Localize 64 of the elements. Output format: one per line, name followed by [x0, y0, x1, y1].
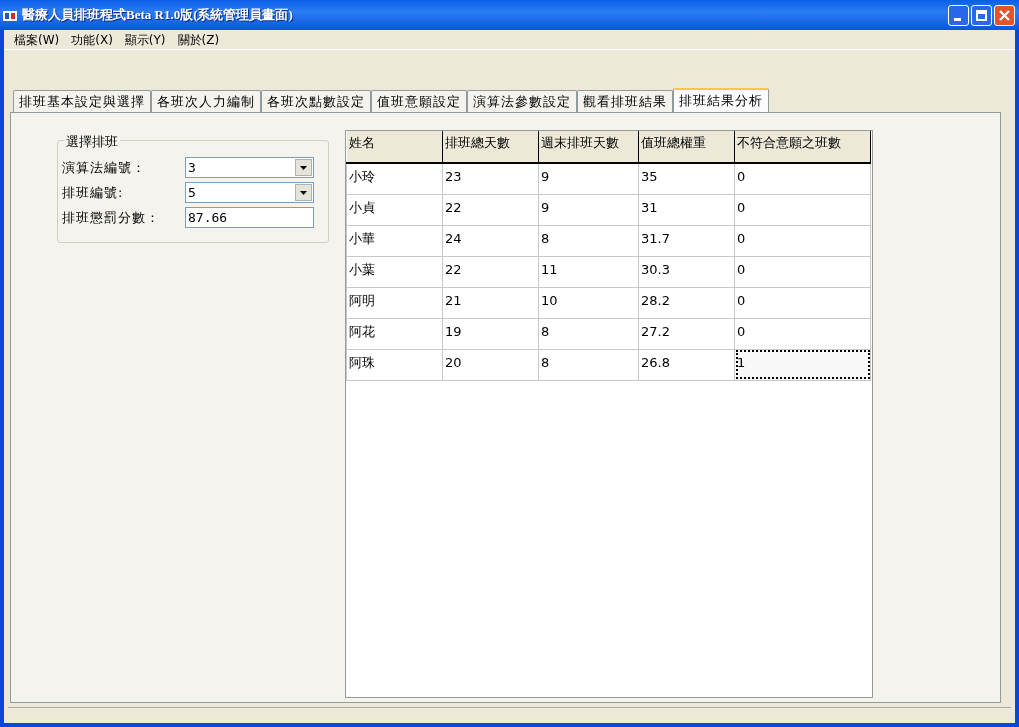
- table-cell[interactable]: 阿花: [346, 318, 443, 349]
- column-header: 不符合意願之班數: [734, 131, 871, 163]
- table-cell[interactable]: 11: [538, 256, 639, 287]
- table-cell[interactable]: 8: [538, 225, 639, 256]
- table-cell[interactable]: 1: [734, 349, 871, 380]
- table-cell[interactable]: 26.8: [638, 349, 735, 380]
- menu-item[interactable]: 功能(X): [65, 30, 119, 49]
- table-cell[interactable]: 19: [442, 318, 539, 349]
- table-cell[interactable]: 阿明: [346, 287, 443, 318]
- column-header: 值班總權重: [638, 131, 735, 163]
- tab[interactable]: 排班基本設定與選擇: [13, 90, 151, 112]
- tab[interactable]: 演算法參數設定: [467, 90, 577, 112]
- table-cell[interactable]: 阿珠: [346, 349, 443, 380]
- menu-item[interactable]: 關於(Z): [171, 30, 226, 49]
- maximize-icon: [976, 9, 987, 21]
- dropdown-field[interactable]: 5: [185, 182, 314, 203]
- field-label: 演算法編號：: [62, 158, 147, 177]
- table-cell[interactable]: 0: [734, 225, 871, 256]
- tab[interactable]: 各班次人力編制: [151, 90, 261, 112]
- table-cell[interactable]: 9: [538, 163, 639, 194]
- table-cell[interactable]: 0: [734, 194, 871, 225]
- dropdown-field[interactable]: 3: [185, 157, 314, 178]
- table-cell[interactable]: 0: [734, 318, 871, 349]
- input-field[interactable]: 87.66: [185, 207, 314, 228]
- table-cell[interactable]: 22: [442, 256, 539, 287]
- close-icon: [999, 9, 1010, 21]
- table-cell[interactable]: 27.2: [638, 318, 735, 349]
- table-cell[interactable]: 小貞: [346, 194, 443, 225]
- table-cell[interactable]: 0: [734, 163, 871, 194]
- table-cell[interactable]: 8: [538, 349, 639, 380]
- tab[interactable]: 各班次點數設定: [261, 90, 371, 112]
- table-cell[interactable]: 小玲: [346, 163, 443, 194]
- minimize-button[interactable]: [948, 4, 969, 26]
- field-label: 排班懲罰分數：: [62, 208, 161, 227]
- column-header: 週末排班天數: [538, 131, 639, 163]
- tab[interactable]: 排班結果分析: [673, 88, 769, 112]
- table-cell[interactable]: 9: [538, 194, 639, 225]
- table-cell[interactable]: 31.7: [638, 225, 735, 256]
- table-cell[interactable]: 0: [734, 287, 871, 318]
- menu-item[interactable]: 顯示(Y): [118, 30, 172, 49]
- tab[interactable]: 觀看排班結果: [577, 90, 673, 112]
- table-cell[interactable]: 28.2: [638, 287, 735, 318]
- minimize-icon: [953, 17, 961, 21]
- table-cell[interactable]: 0: [734, 256, 871, 287]
- table-cell[interactable]: 23: [442, 163, 539, 194]
- tab[interactable]: 值班意願設定: [371, 90, 467, 112]
- table-cell[interactable]: 31: [638, 194, 735, 225]
- column-header: 姓名: [346, 131, 443, 163]
- window-title: 醫療人員排班程式Beta R1.0版(系統管理員畫面): [22, 6, 294, 25]
- field-label: 排班編號:: [62, 183, 125, 202]
- menu-item[interactable]: 檔案(W): [8, 30, 66, 49]
- column-header: 排班總天數: [442, 131, 539, 163]
- table-cell[interactable]: 30.3: [638, 256, 735, 287]
- close-button[interactable]: [994, 4, 1015, 26]
- maximize-button[interactable]: [971, 4, 992, 26]
- table-cell[interactable]: 10: [538, 287, 639, 318]
- table-cell[interactable]: 小葉: [346, 256, 443, 287]
- table-cell[interactable]: 8: [538, 318, 639, 349]
- table-cell[interactable]: 35: [638, 163, 735, 194]
- table-cell[interactable]: 24: [442, 225, 539, 256]
- table-cell[interactable]: 21: [442, 287, 539, 318]
- table-cell[interactable]: 22: [442, 194, 539, 225]
- table-cell[interactable]: 20: [442, 349, 539, 380]
- table-cell[interactable]: 小華: [346, 225, 443, 256]
